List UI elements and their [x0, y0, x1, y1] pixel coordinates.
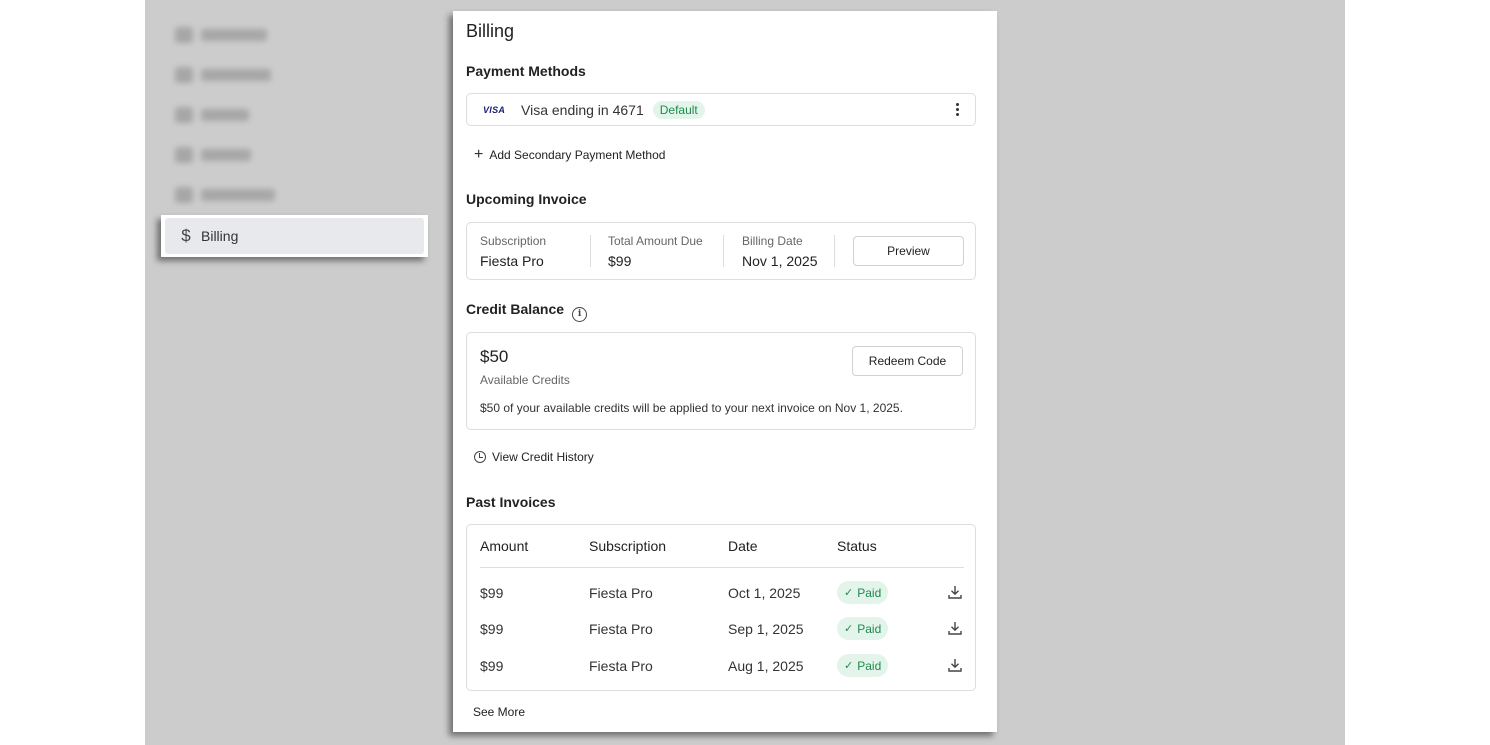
view-credit-history-label: View Credit History: [492, 450, 594, 464]
visa-logo-icon: VISA: [483, 104, 506, 115]
blurred-icon: [175, 187, 193, 203]
upcoming-invoice-title: Upcoming Invoice: [466, 191, 587, 207]
past-invoices-title: Past Invoices: [466, 494, 556, 510]
column-header-amount: Amount: [480, 538, 529, 554]
cell-date: Sep 1, 2025: [728, 621, 804, 637]
cell-subscription: Fiesta Pro: [589, 585, 653, 601]
column-header-date: Date: [728, 538, 758, 554]
preview-button[interactable]: Preview: [853, 236, 964, 266]
billing-date-label: Billing Date: [742, 233, 803, 248]
column-header-subscription: Subscription: [589, 538, 667, 554]
blurred-icon: [175, 107, 193, 123]
table-row: $99 Fiesta Pro Aug 1, 2025 ✓ Paid: [467, 654, 975, 678]
credit-amount: $50: [480, 347, 509, 366]
divider: [834, 235, 835, 267]
sidebar-item-label: Billing: [201, 228, 239, 244]
payment-method-label: Visa ending in 4671: [521, 101, 644, 118]
add-payment-method-label: Add Secondary Payment Method: [489, 148, 666, 162]
sidebar-item-blurred: [175, 106, 249, 124]
sidebar-item-blurred: [175, 66, 271, 84]
payment-method-card: VISA Visa ending in 4671 Default: [466, 93, 976, 126]
sidebar-item-blurred: [175, 146, 251, 164]
blurred-icon: [175, 27, 193, 43]
blurred-icon: [175, 147, 193, 163]
payment-methods-title: Payment Methods: [466, 63, 586, 79]
dollar-icon: $: [181, 226, 191, 245]
sidebar-item-blurred: [175, 26, 267, 44]
amount-label: Total Amount Due: [608, 233, 703, 248]
status-badge: ✓ Paid: [837, 617, 889, 640]
billing-date-column: Billing Date Nov 1, 2025: [724, 234, 834, 269]
see-more-link[interactable]: See More: [473, 705, 525, 719]
cell-subscription: Fiesta Pro: [589, 658, 653, 674]
status-label: Paid: [857, 585, 882, 600]
add-payment-method-button[interactable]: + Add Secondary Payment Method: [474, 146, 666, 163]
subscription-value: Fiesta Pro: [480, 252, 544, 269]
status-badge: ✓ Paid: [837, 654, 889, 677]
download-icon[interactable]: [947, 620, 963, 636]
table-row: $99 Fiesta Pro Sep 1, 2025 ✓ Paid: [467, 617, 975, 641]
cell-subscription: Fiesta Pro: [589, 621, 653, 637]
download-icon[interactable]: [947, 657, 963, 673]
status-label: Paid: [857, 621, 882, 636]
subscription-label: Subscription: [480, 233, 547, 248]
settings-backdrop: $ Billing Billing Payment Methods VISA V…: [145, 0, 1345, 745]
redeem-code-button[interactable]: Redeem Code: [852, 346, 963, 376]
credit-note: $50 of your available credits will be ap…: [480, 401, 903, 415]
sidebar-item-billing[interactable]: $ Billing: [161, 215, 428, 257]
column-header-status: Status: [837, 538, 877, 554]
default-badge: Default: [652, 100, 705, 119]
plus-icon: +: [474, 146, 484, 163]
check-icon: ✓: [844, 587, 854, 599]
amount-column: Total Amount Due $99: [591, 234, 723, 269]
table-header-divider: [480, 567, 964, 568]
blurred-icon: [175, 67, 193, 83]
page-title: Billing: [466, 21, 515, 41]
history-icon: [474, 451, 486, 463]
cell-amount: $99: [480, 658, 504, 674]
credit-sub-label: Available Credits: [480, 373, 570, 387]
credit-balance-title: Credit Balance i: [466, 301, 588, 322]
download-icon[interactable]: [947, 584, 963, 600]
sidebar-item-billing-inner[interactable]: $ Billing: [165, 218, 424, 254]
past-invoices-table: Amount Subscription Date Status $99 Fies…: [466, 524, 976, 691]
more-options-icon[interactable]: [952, 99, 963, 120]
status-badge: ✓ Paid: [837, 581, 889, 604]
info-icon[interactable]: i: [572, 306, 588, 322]
cell-amount: $99: [480, 621, 504, 637]
view-credit-history-button[interactable]: View Credit History: [474, 450, 594, 464]
sidebar-item-blurred: [175, 186, 275, 204]
amount-value: $99: [608, 252, 632, 269]
status-label: Paid: [857, 658, 882, 673]
cell-date: Oct 1, 2025: [728, 585, 801, 601]
subscription-column: Subscription Fiesta Pro: [480, 234, 590, 269]
credit-balance-title-text: Credit Balance: [466, 301, 565, 317]
check-icon: ✓: [844, 623, 854, 635]
billing-panel: Billing Payment Methods VISA Visa ending…: [453, 11, 997, 732]
cell-date: Aug 1, 2025: [728, 658, 804, 674]
check-icon: ✓: [844, 660, 854, 672]
table-row: $99 Fiesta Pro Oct 1, 2025 ✓ Paid: [467, 581, 975, 605]
upcoming-invoice-card: Subscription Fiesta Pro Total Amount Due…: [466, 222, 976, 280]
billing-date-value: Nov 1, 2025: [742, 252, 818, 269]
credit-balance-card: $50 Available Credits Redeem Code $50 of…: [466, 332, 976, 430]
cell-amount: $99: [480, 585, 504, 601]
